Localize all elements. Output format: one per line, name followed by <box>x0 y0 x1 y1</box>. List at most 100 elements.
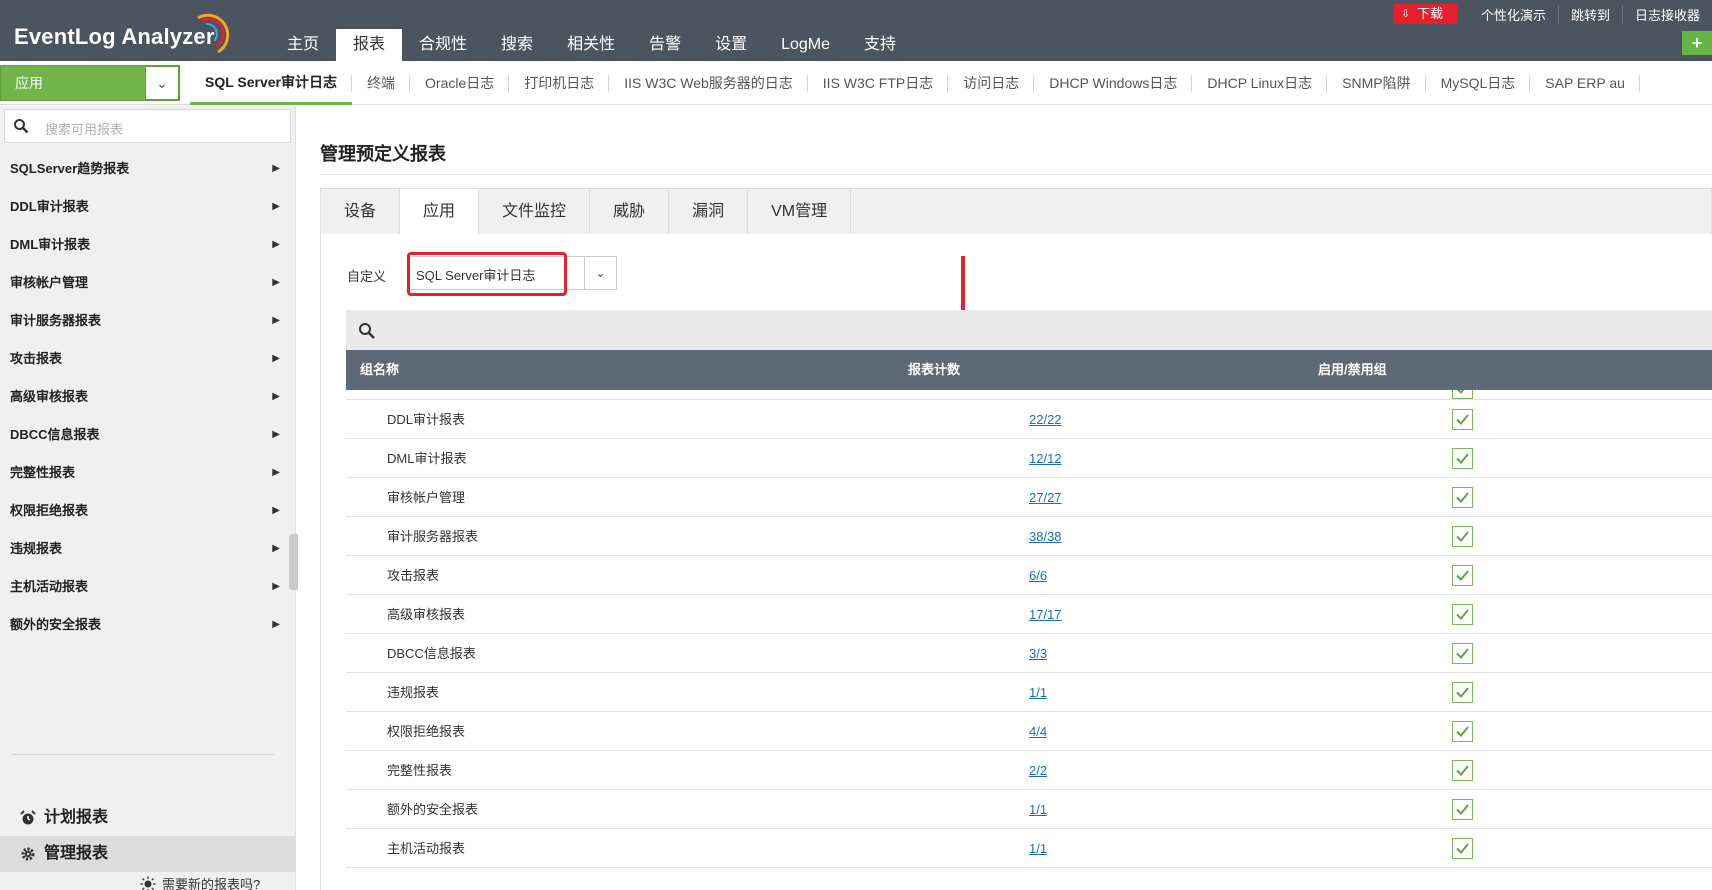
app-category-select[interactable]: 应用 ⌄ <box>0 65 180 101</box>
sidebar-item-7[interactable]: DBCC信息报表 ▶ <box>0 416 296 454</box>
chevron-down-icon[interactable]: ⌄ <box>584 257 616 289</box>
log-tab-2[interactable]: Oracle日志 <box>410 61 510 105</box>
report-count-link[interactable]: 6/6 <box>1029 556 1047 595</box>
table-row: 高级审核报表 17/17 <box>346 595 1712 634</box>
page-title: 管理预定义报表 <box>320 144 446 164</box>
log-tab-9[interactable]: SNMP陷阱 <box>1327 61 1427 105</box>
enable-checkbox[interactable] <box>1452 448 1473 469</box>
log-tab-6[interactable]: 访问日志 <box>948 61 1035 105</box>
add-button[interactable]: + <box>1682 31 1712 55</box>
enable-checkbox[interactable] <box>1452 643 1473 664</box>
table-row: 违规报表 1/1 <box>346 673 1712 712</box>
nav-item-0[interactable]: 主页 <box>270 29 336 61</box>
category-tab-3[interactable]: 威胁 <box>590 189 670 234</box>
log-tab-4[interactable]: IIS W3C Web服务器的日志 <box>609 61 808 105</box>
manage-reports-link[interactable]: 管理报表 <box>0 836 296 872</box>
enable-checkbox[interactable] <box>1452 799 1473 820</box>
log-type-select[interactable]: SQL Server审计日志 ⌄ <box>407 256 617 290</box>
log-tab-5[interactable]: IIS W3C FTP日志 <box>808 61 949 105</box>
table-search-bar[interactable] <box>346 310 1712 350</box>
report-count-link[interactable]: 22/22 <box>1029 400 1062 439</box>
sidebar-item-10[interactable]: 违规报表 ▶ <box>0 530 296 568</box>
log-tab-7[interactable]: DHCP Windows日志 <box>1034 61 1193 105</box>
report-search-input[interactable]: 搜索可用报表 <box>4 109 291 143</box>
nav-item-8[interactable]: 支持 <box>847 29 913 61</box>
category-tab-2[interactable]: 文件监控 <box>479 189 591 234</box>
nav-item-1[interactable]: 报表 <box>336 29 403 61</box>
sidebar-item-2[interactable]: DML审计报表 ▶ <box>0 226 296 264</box>
enable-checkbox[interactable] <box>1452 487 1473 508</box>
log-tab-10[interactable]: MySQL日志 <box>1426 61 1531 105</box>
log-tab-0[interactable]: SQL Server审计日志 <box>190 61 353 105</box>
category-tab-0[interactable]: 设备 <box>321 189 401 234</box>
nav-item-4[interactable]: 相关性 <box>550 29 632 61</box>
sidebar: 搜索可用报表 SQLServer趋势报表 ▶ DDL审计报表 ▶ DML审计报表 ▶ 审核帐… <box>0 106 298 890</box>
sidebar-item-5[interactable]: 攻击报表 ▶ <box>0 340 296 378</box>
sidebar-item-6[interactable]: 高级审核报表 ▶ <box>0 378 296 416</box>
report-count-link[interactable]: 4/4 <box>1029 712 1047 751</box>
caret-right-icon: ▶ <box>272 315 280 326</box>
caret-right-icon: ▶ <box>272 543 280 554</box>
log-tab-1[interactable]: 终端 <box>352 61 411 105</box>
need-new-report-link[interactable]: 需要新的报表吗? <box>140 874 260 890</box>
category-tab-4[interactable]: 漏洞 <box>669 189 749 234</box>
caret-right-icon: ▶ <box>272 201 280 212</box>
sidebar-item-8[interactable]: 完整性报表 ▶ <box>0 454 296 492</box>
nav-item-2[interactable]: 合规性 <box>402 29 484 61</box>
report-count-link[interactable]: 1/1 <box>1029 829 1047 868</box>
sidebar-item-11[interactable]: 主机活动报表 ▶ <box>0 568 296 606</box>
report-count-link[interactable]: 1/1 <box>1029 790 1047 829</box>
sidebar-collapse-handle[interactable] <box>289 534 298 590</box>
download-button[interactable]: ⇩ 下载 <box>1392 4 1457 24</box>
enable-checkbox[interactable] <box>1452 682 1473 703</box>
nav-item-7[interactable]: LogMe <box>764 29 847 61</box>
enable-checkbox[interactable] <box>1452 760 1473 781</box>
scheduled-reports-link[interactable]: 计划报表 <box>0 800 296 836</box>
top-bar: EventLog Analyzer 主页 报表 合规性 搜索 相关性 告警 设置 LogMe 支… <box>0 0 1712 61</box>
category-tab-5[interactable]: VM管理 <box>748 189 852 234</box>
nav-item-6[interactable]: 设置 <box>698 29 764 61</box>
sidebar-item-0[interactable]: SQLServer趋势报表 ▶ <box>0 150 296 188</box>
app-logo[interactable]: EventLog Analyzer <box>14 24 215 50</box>
sidebar-item-3[interactable]: 审核帐户管理 ▶ <box>0 264 296 302</box>
checkmark-icon <box>1456 843 1469 854</box>
report-count-link[interactable]: 2/2 <box>1029 751 1047 790</box>
report-count-link[interactable]: 38/38 <box>1029 517 1062 556</box>
col-enable-disable: 启用/禁用组 <box>1318 362 1387 377</box>
personal-demo-link[interactable]: 个性化演示 <box>1469 5 1558 24</box>
main-nav: 主页 报表 合规性 搜索 相关性 告警 设置 LogMe 支持 <box>270 29 913 61</box>
sidebar-item-label: 攻击报表 <box>10 351 63 366</box>
chevron-down-icon[interactable]: ⌄ <box>145 66 179 100</box>
report-count-link[interactable]: 1/1 <box>1029 673 1047 712</box>
enable-checkbox[interactable] <box>1452 526 1473 547</box>
log-tab-3[interactable]: 打印机日志 <box>509 61 610 105</box>
group-name-cell: 攻击报表 <box>387 568 440 583</box>
category-tab-1[interactable]: 应用 <box>400 189 480 235</box>
search-icon[interactable] <box>358 322 376 340</box>
checkmark-icon <box>1456 648 1469 659</box>
enable-checkbox[interactable] <box>1452 721 1473 742</box>
enable-checkbox[interactable] <box>1452 838 1473 859</box>
enable-checkbox[interactable] <box>1452 604 1473 625</box>
log-tab-8[interactable]: DHCP Linux日志 <box>1192 61 1327 105</box>
enable-checkbox[interactable] <box>1452 390 1473 399</box>
sidebar-item-1[interactable]: DDL审计报表 ▶ <box>0 188 296 226</box>
checkmark-icon <box>1456 492 1469 503</box>
table-header: 组名称 报表计数 启用/禁用组 <box>346 350 1712 390</box>
nav-item-5[interactable]: 告警 <box>632 29 698 61</box>
enable-checkbox[interactable] <box>1452 565 1473 586</box>
report-count-link[interactable]: 12/12 <box>1029 439 1062 478</box>
log-tab-11[interactable]: SAP ERP au <box>1530 61 1640 105</box>
nav-item-3[interactable]: 搜索 <box>484 29 550 61</box>
report-count-link[interactable]: 3/3 <box>1029 634 1047 673</box>
log-receiver-link[interactable]: 日志接收器 <box>1621 4 1712 24</box>
sidebar-item-label: 高级审核报表 <box>10 389 89 404</box>
report-count-link[interactable]: 27/27 <box>1029 478 1062 517</box>
enable-checkbox[interactable] <box>1452 409 1473 430</box>
jump-to-link[interactable]: 跳转到 <box>1557 4 1622 24</box>
report-count-link[interactable]: 17/17 <box>1029 595 1062 634</box>
log-type-select-value: SQL Server审计日志 <box>416 268 536 283</box>
sidebar-item-4[interactable]: 审计服务器报表 ▶ <box>0 302 296 340</box>
sidebar-item-12[interactable]: 额外的安全报表 ▶ <box>0 606 296 644</box>
sidebar-item-9[interactable]: 权限拒绝报表 ▶ <box>0 492 296 530</box>
